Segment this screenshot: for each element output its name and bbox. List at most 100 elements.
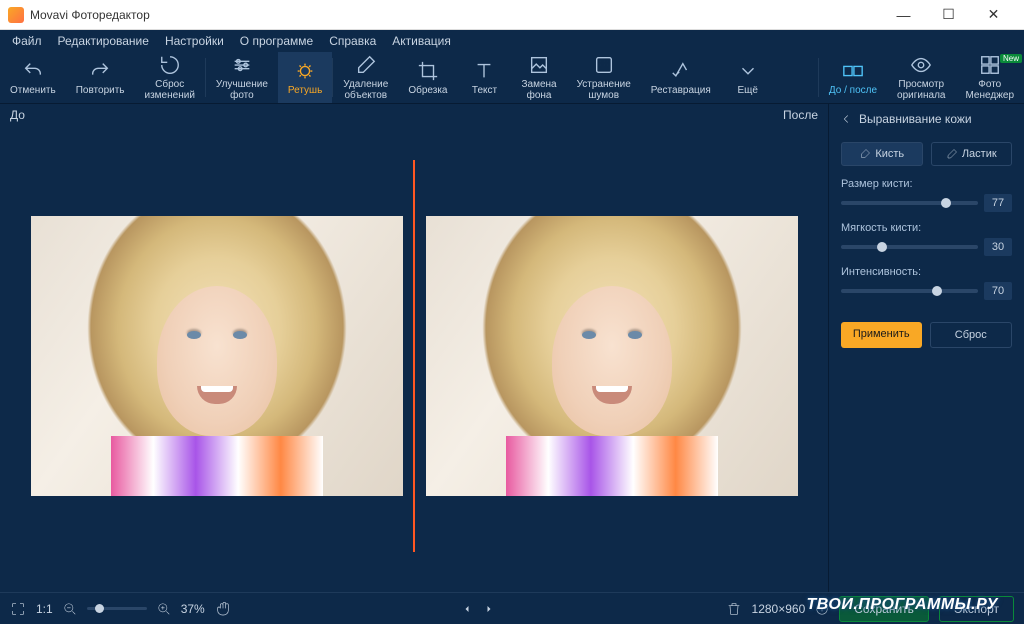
retouch-label: Ретушь: [288, 85, 322, 96]
crop-button[interactable]: Обрезка: [398, 52, 457, 103]
softness-track[interactable]: [841, 245, 978, 249]
reset-label: Сброс изменений: [145, 79, 195, 101]
slider-thumb[interactable]: [95, 604, 104, 613]
new-badge: New: [1000, 54, 1022, 63]
before-after-label: До / после: [829, 85, 877, 96]
slider-thumb[interactable]: [877, 242, 887, 252]
intensity-slider: Интенсивность: 70: [841, 266, 1012, 300]
maximize-button[interactable]: ☐: [926, 0, 971, 30]
canvas-body[interactable]: [0, 126, 828, 592]
sidebar-title: Выравнивание кожи: [859, 112, 972, 126]
view-original-button[interactable]: Просмотр оригинала: [887, 52, 955, 103]
intensity-value: 70: [984, 282, 1012, 300]
brush-size-slider: Размер кисти: 77: [841, 178, 1012, 212]
sidebar-buttons: Применить Сброс: [829, 314, 1024, 356]
brush-tab[interactable]: Кисть: [841, 142, 923, 166]
slider-thumb[interactable]: [932, 286, 942, 296]
app-logo-icon: [8, 7, 24, 23]
text-icon: [473, 60, 495, 82]
crop-label: Обрезка: [408, 85, 447, 96]
back-arrow-icon: [839, 112, 853, 126]
slider-thumb[interactable]: [941, 198, 951, 208]
sliders-group: Размер кисти: 77 Мягкость кисти: 30 Инте…: [829, 174, 1024, 314]
zoom-slider[interactable]: [87, 607, 147, 610]
softness-label: Мягкость кисти:: [841, 222, 1012, 234]
prev-icon[interactable]: [461, 603, 473, 615]
dimensions-label: 1280×960: [752, 602, 806, 616]
menu-about[interactable]: О программе: [234, 31, 319, 51]
enhance-button[interactable]: Улучшение фото: [206, 52, 278, 103]
sidebar-header[interactable]: Выравнивание кожи: [829, 104, 1024, 134]
more-button[interactable]: Ещё: [721, 52, 775, 103]
noise-label: Устранение шумов: [577, 79, 631, 101]
eraser-icon: [355, 54, 377, 76]
retouch-icon: [294, 60, 316, 82]
restore-icon: [670, 60, 692, 82]
right-sidebar: Выравнивание кожи Кисть Ластик Размер ки…: [828, 104, 1024, 592]
redo-label: Повторить: [76, 85, 125, 96]
statusbar: 1:1 37% 1280×960 Сохранить Экспорт ТВОИ.…: [0, 592, 1024, 624]
menu-file[interactable]: Файл: [6, 31, 48, 51]
photo-manager-button[interactable]: New Фото Менеджер: [955, 52, 1024, 103]
before-pane: [20, 160, 413, 552]
denoise-icon: [593, 54, 615, 76]
ratio-label[interactable]: 1:1: [36, 602, 53, 616]
before-after-icon: [842, 60, 864, 82]
undo-button[interactable]: Отменить: [0, 52, 66, 103]
export-button[interactable]: Экспорт: [939, 596, 1014, 622]
info-icon[interactable]: [815, 602, 829, 616]
zoom-out-icon[interactable]: [63, 602, 77, 616]
main-toolbar: Отменить Повторить Сброс изменений Улучш…: [0, 52, 1024, 104]
content-area: До После: [0, 104, 1024, 592]
more-label: Ещё: [738, 85, 758, 96]
undo-icon: [22, 60, 44, 82]
menu-help[interactable]: Справка: [323, 31, 382, 51]
redo-button[interactable]: Повторить: [66, 52, 135, 103]
canvas-header: До После: [0, 104, 828, 126]
intensity-label: Интенсивность:: [841, 266, 1012, 278]
restore-button[interactable]: Реставрация: [641, 52, 721, 103]
canvas-area: До После: [0, 104, 828, 592]
window-title: Movavi Фоторедактор: [30, 8, 881, 22]
next-icon[interactable]: [483, 603, 495, 615]
fullscreen-icon[interactable]: [10, 601, 26, 617]
reset-icon: [159, 54, 181, 76]
remove-label: Удаление объектов: [343, 79, 388, 101]
menu-activation[interactable]: Активация: [386, 31, 457, 51]
menubar: Файл Редактирование Настройки О программ…: [0, 30, 1024, 52]
bg-label: Замена фона: [521, 79, 556, 101]
menu-edit[interactable]: Редактирование: [52, 31, 155, 51]
close-button[interactable]: ✕: [971, 0, 1016, 30]
text-label: Текст: [472, 85, 497, 96]
retouch-button[interactable]: Ретушь: [278, 52, 332, 103]
before-after-button[interactable]: До / после: [819, 52, 887, 103]
sidebar-reset-button[interactable]: Сброс: [930, 322, 1013, 348]
menu-settings[interactable]: Настройки: [159, 31, 230, 51]
minimize-button[interactable]: —: [881, 0, 926, 30]
save-button[interactable]: Сохранить: [839, 596, 929, 622]
original-label: Просмотр оригинала: [897, 79, 945, 101]
softness-slider: Мягкость кисти: 30: [841, 222, 1012, 256]
softness-value: 30: [984, 238, 1012, 256]
object-removal-button[interactable]: Удаление объектов: [333, 52, 398, 103]
eraser-tab-label: Ластик: [962, 148, 997, 160]
before-label: До: [10, 108, 25, 122]
eraser-small-icon: [946, 148, 958, 160]
pan-hand-icon[interactable]: [215, 601, 231, 617]
redo-icon: [89, 60, 111, 82]
denoise-button[interactable]: Устранение шумов: [567, 52, 641, 103]
window-controls: — ☐ ✕: [881, 0, 1016, 30]
zoom-in-icon[interactable]: [157, 602, 171, 616]
undo-label: Отменить: [10, 85, 56, 96]
trash-icon[interactable]: [726, 601, 742, 617]
background-button[interactable]: Замена фона: [511, 52, 566, 103]
reset-changes-button[interactable]: Сброс изменений: [135, 52, 205, 103]
intensity-track[interactable]: [841, 289, 978, 293]
crop-icon: [417, 60, 439, 82]
brush-tab-label: Кисть: [875, 148, 904, 160]
apply-button[interactable]: Применить: [841, 322, 922, 348]
eraser-tab[interactable]: Ластик: [931, 142, 1013, 166]
text-button[interactable]: Текст: [457, 52, 511, 103]
after-image: [426, 216, 798, 496]
brush-size-track[interactable]: [841, 201, 978, 205]
